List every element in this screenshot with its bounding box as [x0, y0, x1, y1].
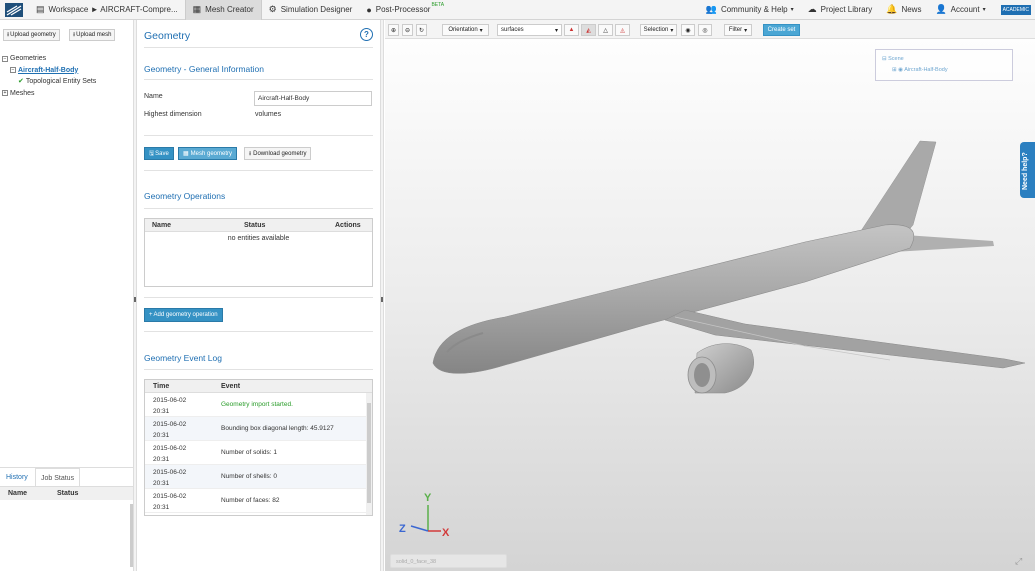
tab-simulation-designer[interactable]: ⚙ Simulation Designer — [262, 0, 360, 20]
operations-table: Name Status Actions no entities availabl… — [144, 218, 373, 287]
axis-triad — [410, 505, 441, 532]
mesh-geometry-button[interactable]: ▦ Mesh geometry — [178, 147, 238, 160]
log-row: 2015-06-02 20:31 Bounding box diagonal le… — [145, 417, 372, 441]
bell-icon: 🔔 — [886, 4, 898, 14]
divider — [144, 208, 373, 209]
event-log-table: Time Event 2015-06-02 20:31 Geometry impo… — [144, 379, 373, 516]
beta-badge: BETA — [431, 1, 445, 8]
download-icon: ⭳ — [249, 150, 252, 157]
project-library-link[interactable]: ☁ Project Library — [801, 0, 880, 20]
operations-table-header: Name Status Actions — [145, 219, 372, 232]
scroll-thumb[interactable] — [367, 403, 371, 503]
users-icon: 👥 — [705, 4, 717, 14]
account-menu[interactable]: 👤 Account ▾ — [928, 0, 992, 20]
axis-y-label: Y — [424, 492, 432, 504]
folder-icon: ▤ — [36, 4, 45, 14]
page-title: Geometry — [144, 30, 191, 42]
left-splitter[interactable] — [133, 20, 137, 571]
expand-icon[interactable]: + — [2, 90, 8, 97]
tab-job-status[interactable]: Job Status — [35, 468, 81, 486]
log-row: 2015-06-02 20:31 Number of shells: 0 — [145, 465, 372, 489]
event-log-header: Time Event — [145, 380, 372, 393]
check-circle-icon: ✔ — [18, 78, 24, 85]
event-log-scrollbar[interactable] — [366, 393, 372, 515]
operations-title: Geometry Operations — [144, 191, 226, 201]
axis-z-label: Z — [399, 523, 406, 535]
hover-status-box: solid_0_face_38 — [390, 554, 507, 568]
tree-item-meshes[interactable]: + Meshes — [2, 88, 96, 100]
add-geometry-operation-button[interactable]: + Add geometry operation — [144, 308, 223, 322]
3d-viewer[interactable]: ⊕ ⊖ ↻ Orientation ▾ surfaces ▾ ▲ ◭ △ ◬ Sel… — [385, 20, 1035, 571]
simscale-logo — [5, 2, 23, 17]
empty-message: no entities available — [227, 235, 290, 242]
upload-mesh-button[interactable]: ⭳ Upload mesh — [69, 29, 116, 41]
download-geometry-button[interactable]: ⭳ Download geometry — [244, 147, 312, 160]
need-help-tab[interactable]: Need help? — [1020, 142, 1035, 198]
history-table-header: Name Status — [0, 487, 134, 500]
bottom-tabs: History Job Status — [0, 467, 134, 487]
grid-icon: ▦ — [192, 4, 202, 14]
dimension-value: volumes — [255, 111, 282, 118]
divider — [144, 297, 373, 298]
divider — [144, 135, 373, 136]
user-icon: 👤 — [935, 4, 947, 14]
cloud-icon: ☁ — [807, 4, 817, 14]
log-row: 2015-06-02 20:31 Geometry import started. — [145, 393, 372, 417]
news-link[interactable]: 🔔 News — [879, 0, 928, 20]
log-row: 2015-06-02 20:31 Number of faces: 82 — [145, 489, 372, 513]
upload-icon: ⭳ — [73, 32, 76, 38]
save-button[interactable]: 🖫 Save — [144, 147, 174, 160]
divider — [144, 79, 373, 80]
left-tree-panel: ⭳ Upload geometry ⭳ Upload mesh − Geomet… — [0, 26, 134, 571]
splitter-grip-icon — [134, 297, 136, 302]
caret-down-icon: ▾ — [982, 7, 986, 13]
aircraft-model[interactable] — [385, 20, 1035, 571]
dimension-label: Highest dimension — [144, 111, 202, 118]
plus-icon: + — [149, 312, 153, 318]
project-tree: − Geometries − Aircraft-Half-Body ✔ Topo… — [2, 53, 96, 99]
splitter-grip-icon — [381, 297, 383, 302]
sphere-icon: ● — [366, 4, 372, 15]
workspace-breadcrumb[interactable]: ▤ Workspace ► AIRCRAFT-Compre... — [29, 0, 185, 20]
academic-badge: ACADEMIC — [1000, 4, 1031, 15]
collapse-icon[interactable]: − — [10, 67, 16, 74]
grid-icon: ▦ — [183, 151, 189, 157]
tab-post-processor[interactable]: ● Post-Processor BETA — [359, 0, 451, 20]
collapse-icon[interactable]: − — [2, 55, 8, 62]
divider — [144, 331, 373, 332]
top-nav-bar: ▤ Workspace ► AIRCRAFT-Compre... ▦ Mesh … — [0, 0, 1035, 20]
divider — [144, 170, 373, 171]
caret-down-icon: ▾ — [790, 7, 794, 13]
name-label: Name — [144, 93, 163, 100]
community-help-menu[interactable]: 👥 Community & Help ▾ — [699, 0, 801, 20]
geometry-name-input[interactable]: Aircraft-Half-Body — [254, 91, 372, 106]
log-row: 2015-06-02 20:31 Number of solids: 1 — [145, 441, 372, 465]
tab-history[interactable]: History — [1, 468, 33, 481]
tree-item-aircraft[interactable]: − Aircraft-Half-Body — [2, 65, 96, 77]
gears-icon: ⚙ — [268, 4, 277, 14]
tree-item-geometries[interactable]: − Geometries — [2, 53, 96, 65]
save-icon: 🖫 — [149, 150, 155, 157]
divider — [144, 369, 373, 370]
upload-geometry-button[interactable]: ⭳ Upload geometry — [3, 29, 60, 41]
divider — [144, 47, 373, 48]
axis-x-label: X — [442, 527, 450, 539]
upload-icon: ⭳ — [7, 32, 10, 38]
fullscreen-icon[interactable]: ⤢ — [1015, 556, 1022, 567]
help-icon[interactable]: ? — [360, 28, 373, 41]
tree-item-topological-sets[interactable]: ✔ Topological Entity Sets — [2, 76, 96, 88]
tab-mesh-creator[interactable]: ▦ Mesh Creator — [184, 0, 262, 20]
event-log-title: Geometry Event Log — [144, 353, 222, 363]
general-info-title: Geometry - General Information — [144, 64, 264, 74]
geometry-panel: Geometry ? Geometry - General Informatio… — [138, 20, 381, 571]
